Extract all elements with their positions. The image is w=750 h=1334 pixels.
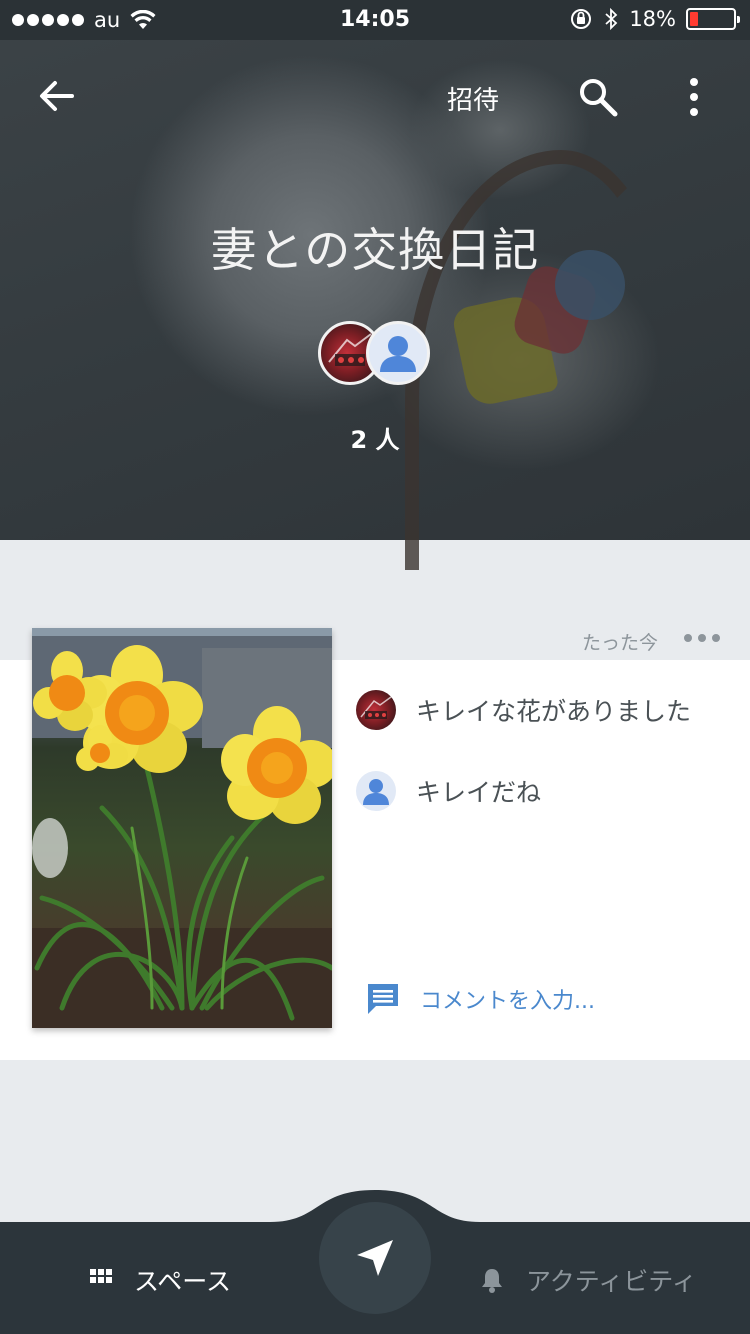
- battery-level: [690, 12, 698, 26]
- more-horizontal-icon: [684, 634, 692, 642]
- send-icon: [357, 1240, 393, 1276]
- default-avatar-icon: [380, 336, 416, 372]
- battery-icon: [686, 8, 740, 30]
- invite-button[interactable]: 招待: [430, 78, 516, 118]
- nav-activity-tab[interactable]: アクティビティ: [480, 1262, 697, 1298]
- bluetooth-icon: [605, 7, 618, 31]
- comment-item: キレイな花がありました: [356, 690, 691, 730]
- photo-avatar-image: [360, 696, 392, 719]
- default-avatar-icon: [363, 779, 389, 805]
- comment-text: キレイだね: [416, 778, 542, 807]
- orientation-lock-icon: [571, 9, 592, 29]
- arrow-left-icon: [40, 81, 74, 111]
- member-avatar-default: [366, 321, 430, 385]
- send-button[interactable]: [319, 1202, 431, 1314]
- battery-percent: 18%: [629, 7, 676, 31]
- more-vertical-icon: [690, 78, 698, 116]
- nav-activity-label: アクティビティ: [526, 1267, 697, 1296]
- comment-avatar-default: [356, 771, 396, 811]
- comment-text: キレイな花がありました: [416, 697, 692, 726]
- post-more-button[interactable]: [684, 630, 720, 646]
- comment-input-button[interactable]: コメントを入力...: [364, 980, 595, 1018]
- search-icon: [580, 79, 618, 117]
- bell-icon: [482, 1269, 502, 1293]
- space-title: 妻との交換日記: [210, 223, 540, 277]
- app-screen: au 14:05 18% 招待 妻との交換日記 2 人 たった今 キレイな花があ…: [0, 0, 750, 1334]
- status-bar: au 14:05 18%: [0, 0, 750, 40]
- post-photo[interactable]: [32, 628, 332, 1028]
- member-avatars[interactable]: [318, 321, 434, 387]
- daffodil-photo: [32, 628, 332, 1028]
- comment-item: キレイだね: [356, 771, 541, 811]
- grid-icon: [90, 1269, 112, 1283]
- search-button[interactable]: [577, 76, 619, 118]
- status-right: 18%: [569, 7, 740, 31]
- comment-avatar-photo: [356, 690, 396, 730]
- member-count: 2 人: [350, 426, 400, 454]
- post-timestamp: たった今: [582, 632, 659, 654]
- back-button[interactable]: [36, 76, 76, 116]
- nav-spaces-label: スペース: [134, 1267, 232, 1296]
- comment-icon: [368, 984, 398, 1014]
- more-options-button[interactable]: [684, 76, 704, 118]
- comment-input-placeholder: コメントを入力...: [420, 989, 595, 1014]
- nav-spaces-tab[interactable]: スペース: [90, 1262, 231, 1298]
